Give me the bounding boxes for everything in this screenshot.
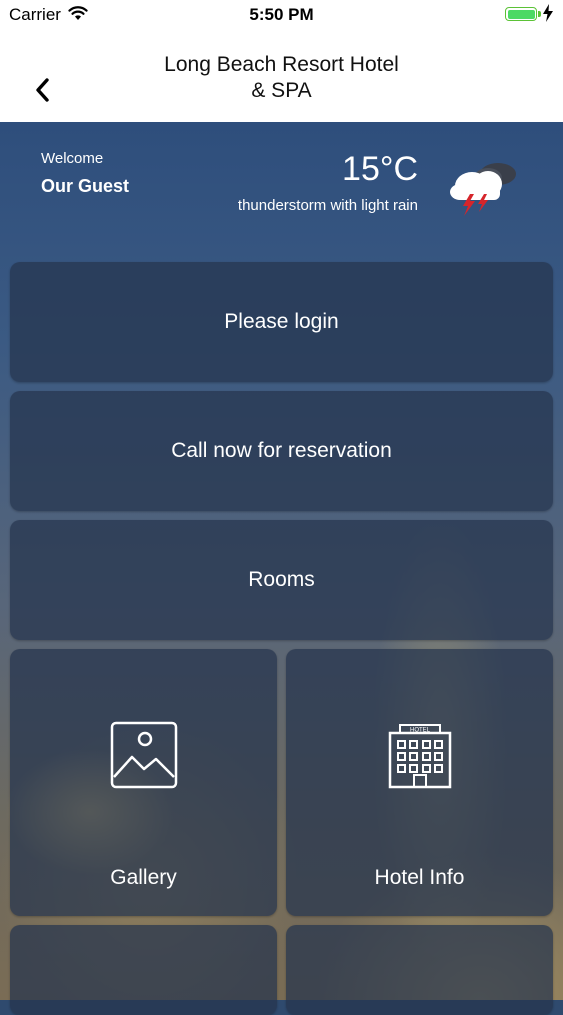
rooms-label: Rooms (248, 568, 315, 591)
call-reservation-label: Call now for reservation (171, 439, 392, 462)
gallery-button[interactable]: Gallery (10, 649, 277, 916)
gallery-label: Gallery (110, 866, 177, 889)
back-chevron-icon[interactable] (28, 72, 58, 108)
grid-tile-partial-left[interactable] (10, 925, 277, 1015)
grid-tile-partial-right[interactable] (286, 925, 553, 1015)
call-reservation-button[interactable]: Call now for reservation (10, 391, 553, 511)
status-time: 5:50 PM (249, 5, 314, 24)
hotel-info-label: Hotel Info (374, 866, 465, 889)
hotel-building-icon: HOTEL (388, 724, 451, 789)
gallery-image-icon (110, 721, 177, 789)
battery-icon (505, 7, 541, 21)
navigation-bar: Long Beach Resort Hotel & SPA (0, 30, 563, 122)
status-bar: Carrier 5:50 PM (0, 0, 563, 30)
page-title-line2: & SPA (251, 79, 312, 102)
weather-condition: thunderstorm with light rain (237, 197, 418, 214)
rooms-button[interactable]: Rooms (10, 520, 553, 640)
page-title-line1: Long Beach Resort Hotel (164, 53, 399, 76)
page-title: Long Beach Resort Hotel & SPA (120, 52, 443, 104)
login-button[interactable]: Please login (10, 262, 553, 382)
login-button-label: Please login (224, 310, 339, 333)
guest-name: Our Guest (41, 176, 130, 196)
charging-bolt-icon (543, 4, 553, 22)
welcome-label: Welcome (41, 150, 104, 167)
thunderstorm-cloud-icon (450, 163, 516, 216)
hotel-info-button[interactable]: HOTEL Hotel Info (286, 649, 553, 916)
temperature: 15°C (342, 150, 418, 188)
